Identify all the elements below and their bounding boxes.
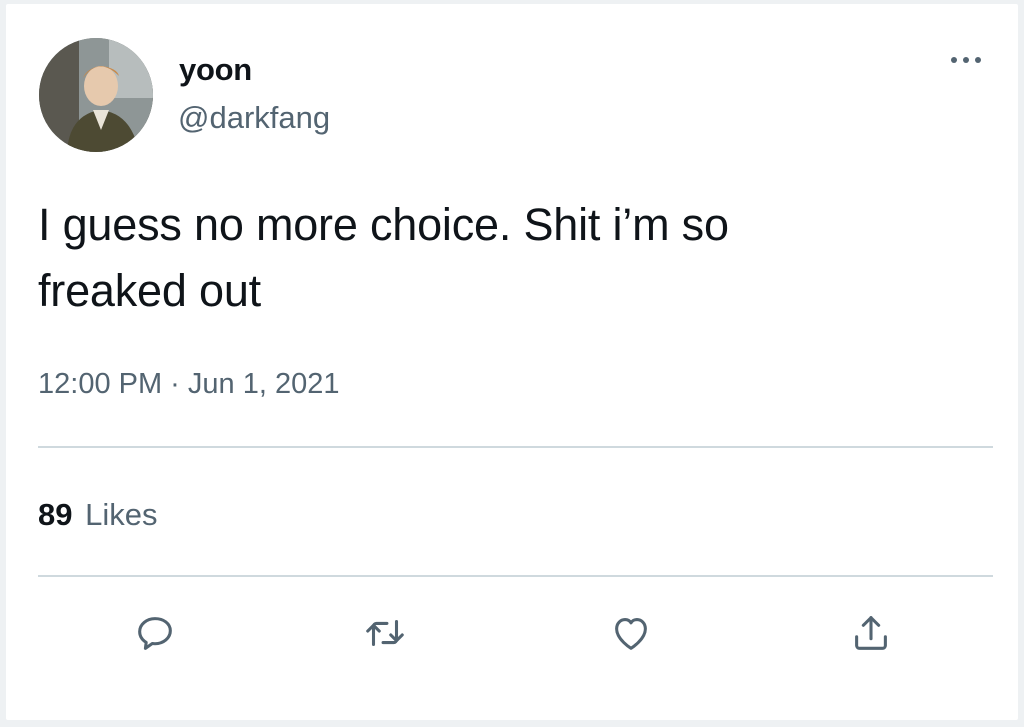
reply-icon xyxy=(138,617,172,650)
user-handle[interactable]: @darkfang xyxy=(178,100,330,136)
retweet-icon xyxy=(366,619,404,647)
action-bar xyxy=(6,604,1018,664)
likes-stat[interactable]: 89 Likes xyxy=(38,497,157,533)
avatar[interactable] xyxy=(39,38,153,152)
retweet-button[interactable] xyxy=(360,608,410,658)
tweet-timestamp[interactable]: 12:00 PM · Jun 1, 2021 xyxy=(38,368,339,401)
share-icon xyxy=(855,616,887,650)
likes-label: Likes xyxy=(85,497,158,532)
tweet-text: I guess no more choice. Shit i’m so frea… xyxy=(38,192,958,324)
tweet-card: yoon @darkfang I guess no more choice. S… xyxy=(6,4,1018,720)
more-dot-icon xyxy=(975,57,981,63)
tweet-text-line: freaked out xyxy=(38,265,261,316)
more-dot-icon xyxy=(951,57,957,63)
divider xyxy=(38,575,993,577)
display-name[interactable]: yoon xyxy=(179,52,252,88)
like-button[interactable] xyxy=(606,608,656,658)
tweet-text-line: I guess no more choice. Shit i’m so xyxy=(38,199,729,250)
more-options-button[interactable] xyxy=(944,48,988,72)
avatar-image xyxy=(39,38,153,152)
divider xyxy=(38,446,993,448)
share-button[interactable] xyxy=(846,608,896,658)
likes-count: 89 xyxy=(38,497,73,532)
heart-icon xyxy=(615,618,647,650)
more-dot-icon xyxy=(963,57,969,63)
reply-button[interactable] xyxy=(130,608,180,658)
